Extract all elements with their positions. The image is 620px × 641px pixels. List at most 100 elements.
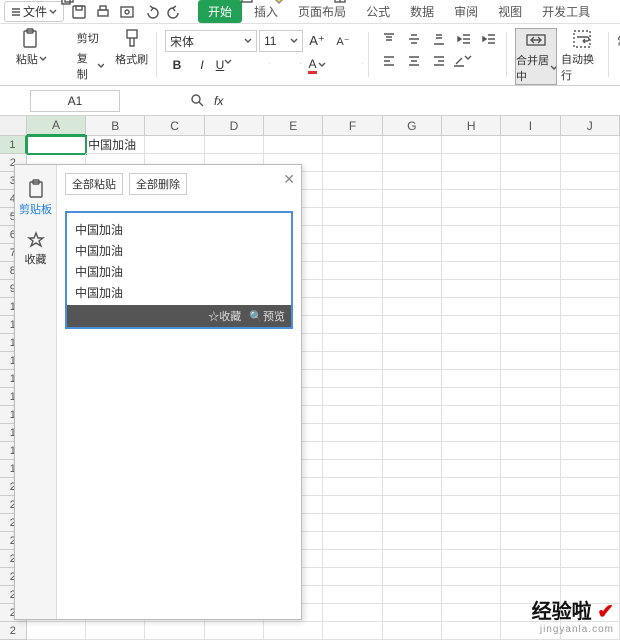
bold-button[interactable]: B: [165, 54, 189, 76]
cell[interactable]: [442, 514, 501, 532]
cell[interactable]: [561, 460, 620, 478]
fx-icon[interactable]: fx: [214, 94, 223, 108]
col-header-B[interactable]: B: [86, 116, 145, 136]
cell[interactable]: [442, 226, 501, 244]
cell[interactable]: [383, 388, 442, 406]
cell[interactable]: [383, 208, 442, 226]
cell[interactable]: [561, 172, 620, 190]
cell[interactable]: [323, 442, 382, 460]
cell[interactable]: [205, 622, 264, 640]
cell[interactable]: [264, 622, 323, 640]
col-header-H[interactable]: H: [442, 116, 501, 136]
cell[interactable]: [442, 190, 501, 208]
cell[interactable]: [145, 136, 204, 154]
cell[interactable]: [323, 460, 382, 478]
cell[interactable]: [145, 622, 204, 640]
preview-action[interactable]: 🔍预览: [249, 308, 285, 324]
cell[interactable]: [561, 280, 620, 298]
cell[interactable]: [383, 460, 442, 478]
cell[interactable]: [383, 604, 442, 622]
trash-icon[interactable]: [73, 310, 85, 322]
paste-button[interactable]: 粘贴: [12, 28, 51, 84]
cell[interactable]: [383, 316, 442, 334]
cell[interactable]: [442, 370, 501, 388]
cell[interactable]: [323, 316, 382, 334]
cell[interactable]: [323, 388, 382, 406]
cell[interactable]: [323, 136, 382, 154]
cell[interactable]: [442, 208, 501, 226]
cell[interactable]: [561, 154, 620, 172]
tab-view[interactable]: 视图: [490, 0, 530, 24]
cell[interactable]: [561, 478, 620, 496]
cell[interactable]: [501, 334, 560, 352]
cell[interactable]: [442, 352, 501, 370]
favorite-action[interactable]: ☆收藏: [208, 308, 241, 324]
cell[interactable]: [501, 568, 560, 586]
cell[interactable]: [501, 514, 560, 532]
cell[interactable]: [561, 424, 620, 442]
font-color-button[interactable]: A: [302, 54, 332, 76]
cell[interactable]: [383, 622, 442, 640]
cell[interactable]: [323, 244, 382, 262]
col-header-E[interactable]: E: [264, 116, 323, 136]
cell[interactable]: [383, 478, 442, 496]
cell[interactable]: [501, 442, 560, 460]
cell[interactable]: [501, 136, 560, 154]
cell[interactable]: [561, 388, 620, 406]
tab-review[interactable]: 审阅: [446, 0, 486, 24]
cell[interactable]: [501, 352, 560, 370]
cell[interactable]: [323, 550, 382, 568]
align-right-button[interactable]: [427, 50, 451, 72]
cell[interactable]: [383, 550, 442, 568]
cell[interactable]: [561, 406, 620, 424]
delete-all-button[interactable]: 全部删除: [129, 173, 187, 195]
underline-button[interactable]: U: [215, 54, 239, 76]
cell[interactable]: [383, 442, 442, 460]
tab-devtools[interactable]: 开发工具: [534, 0, 598, 24]
cell[interactable]: [501, 226, 560, 244]
cell[interactable]: [442, 244, 501, 262]
cell[interactable]: [501, 262, 560, 280]
cell[interactable]: [561, 532, 620, 550]
cell[interactable]: [383, 262, 442, 280]
cell[interactable]: [383, 586, 442, 604]
cell[interactable]: [442, 406, 501, 424]
cell[interactable]: [501, 460, 560, 478]
cell[interactable]: [561, 208, 620, 226]
cell[interactable]: [442, 604, 501, 622]
cell[interactable]: [501, 388, 560, 406]
copy-button[interactable]: 复制: [55, 48, 109, 84]
cell[interactable]: [442, 532, 501, 550]
cell[interactable]: [561, 190, 620, 208]
cell[interactable]: [501, 244, 560, 262]
border-button[interactable]: [240, 54, 270, 76]
cell[interactable]: [561, 262, 620, 280]
cell[interactable]: [383, 154, 442, 172]
cell[interactable]: [561, 226, 620, 244]
cell[interactable]: [442, 136, 501, 154]
cell[interactable]: [323, 334, 382, 352]
cell[interactable]: [442, 424, 501, 442]
orientation-button[interactable]: [452, 50, 476, 72]
tab-formula[interactable]: 公式: [358, 0, 398, 24]
cell[interactable]: [27, 622, 86, 640]
cell[interactable]: [501, 298, 560, 316]
favorites-tab[interactable]: 收藏: [15, 225, 56, 273]
cell[interactable]: [323, 622, 382, 640]
cell[interactable]: [561, 352, 620, 370]
cell[interactable]: [383, 568, 442, 586]
cell[interactable]: [383, 172, 442, 190]
cell[interactable]: 中国加油: [86, 136, 145, 154]
file-menu[interactable]: 文件: [4, 1, 64, 22]
clipboard-item[interactable]: 中国加油: [71, 240, 287, 261]
cell[interactable]: [383, 280, 442, 298]
cell[interactable]: [383, 334, 442, 352]
wrap-text-button[interactable]: 自动换行: [561, 28, 603, 85]
cell[interactable]: [501, 190, 560, 208]
cell[interactable]: [86, 622, 145, 640]
cell[interactable]: [442, 280, 501, 298]
cell[interactable]: [501, 172, 560, 190]
col-header-C[interactable]: C: [145, 116, 204, 136]
cell[interactable]: [442, 442, 501, 460]
cell[interactable]: [442, 568, 501, 586]
